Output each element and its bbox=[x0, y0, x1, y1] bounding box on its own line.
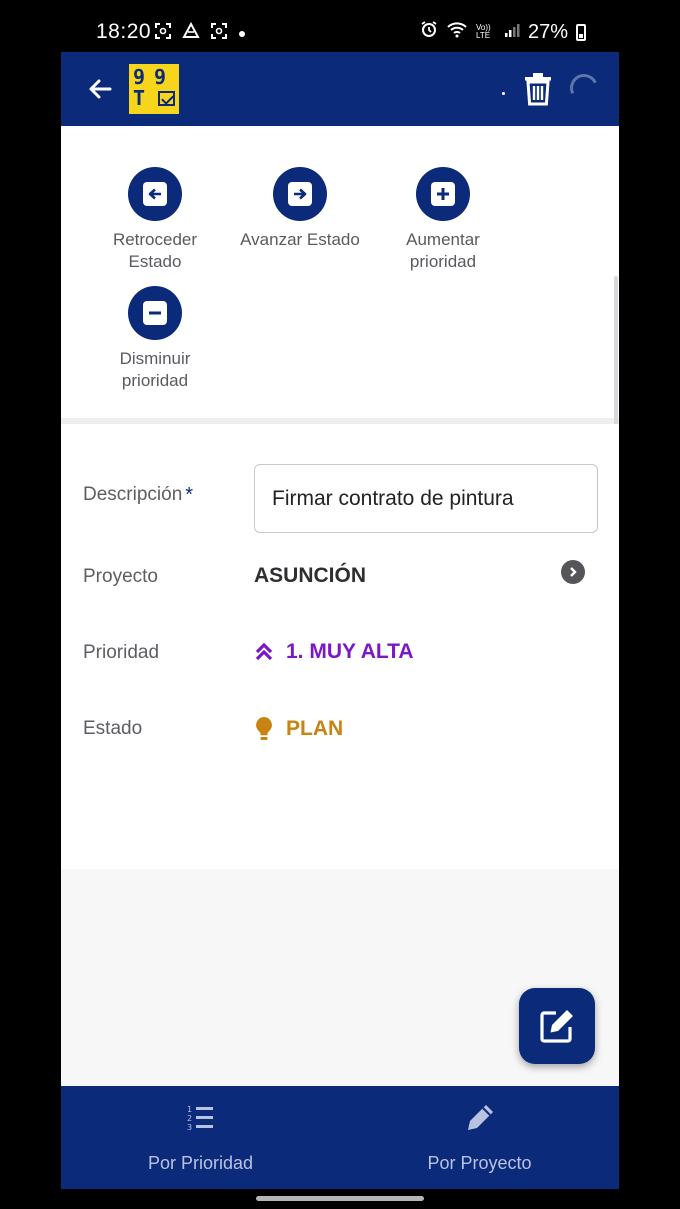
action-label: Disminuir prioridad bbox=[119, 349, 191, 390]
app-screen: 99 T Retroceder Estado Avanzar Estado Au… bbox=[61, 52, 619, 1189]
edit-fab-button[interactable] bbox=[519, 988, 595, 1064]
status-bar: 18:20 Vo)) LTE 27% bbox=[0, 0, 680, 52]
wifi-icon bbox=[446, 20, 468, 44]
pencil-icon bbox=[467, 1105, 493, 1130]
app-bar-dot bbox=[502, 92, 505, 95]
action-label: Avanzar Estado bbox=[240, 230, 360, 249]
double-chevron-up-icon bbox=[255, 642, 273, 661]
actions-panel: Retroceder Estado Avanzar Estado Aumenta… bbox=[61, 126, 619, 418]
svg-text:2: 2 bbox=[187, 1114, 192, 1123]
notification-dot-icon bbox=[238, 25, 246, 43]
prioridad-label: Prioridad bbox=[83, 642, 160, 663]
status-notification-icons bbox=[154, 21, 246, 45]
estado-value[interactable]: PLAN bbox=[254, 716, 343, 742]
arrow-back-icon bbox=[89, 79, 112, 99]
screenshot-icon bbox=[154, 22, 172, 45]
back-button[interactable] bbox=[83, 72, 117, 106]
task-details: Descripción * Firmar contrato de pintura … bbox=[61, 424, 619, 869]
proyecto-open-button[interactable] bbox=[561, 560, 585, 584]
ordered-list-icon: 1 2 3 bbox=[187, 1105, 213, 1132]
required-mark: * bbox=[185, 484, 194, 506]
disminuir-prioridad-button[interactable]: Disminuir prioridad bbox=[90, 286, 220, 392]
prioridad-value[interactable]: 1. MUY ALTA bbox=[254, 640, 414, 664]
battery-icon bbox=[576, 23, 586, 41]
screenshot-icon bbox=[210, 22, 228, 45]
app-bar: 99 T bbox=[61, 52, 619, 126]
nav-label: Por Prioridad bbox=[147, 1153, 254, 1173]
descripcion-input[interactable]: Firmar contrato de pintura bbox=[254, 464, 598, 533]
nav-por-prioridad[interactable]: 1 2 3 Por Prioridad bbox=[61, 1086, 340, 1189]
arrow-left-icon bbox=[143, 182, 167, 206]
minus-icon bbox=[143, 301, 167, 325]
nav-label: Por Proyecto bbox=[427, 1153, 532, 1173]
bottom-navigation: 1 2 3 Por Prioridad Por Proyecto bbox=[61, 1086, 619, 1189]
chevron-right-icon bbox=[570, 567, 577, 577]
app-logo: 99 T bbox=[129, 64, 179, 114]
trash-icon bbox=[525, 73, 551, 106]
signal-icon bbox=[504, 21, 520, 44]
drive-icon bbox=[182, 21, 200, 45]
plus-icon bbox=[431, 182, 455, 206]
logo-top-text: 99 bbox=[133, 65, 176, 89]
volte-icon: Vo)) LTE bbox=[475, 23, 491, 40]
action-label: Retroceder Estado bbox=[112, 230, 198, 271]
checkbox-icon bbox=[158, 91, 175, 106]
aumentar-prioridad-button[interactable]: Aumentar prioridad bbox=[378, 167, 508, 273]
proyecto-value[interactable]: ASUNCIÓN bbox=[254, 564, 366, 588]
delete-button[interactable] bbox=[523, 72, 553, 106]
retroceder-estado-button[interactable]: Retroceder Estado bbox=[90, 167, 220, 273]
status-time: 18:20 bbox=[96, 20, 152, 43]
svg-text:1: 1 bbox=[187, 1105, 192, 1114]
edit-icon bbox=[540, 1010, 573, 1043]
loading-spinner-icon bbox=[566, 70, 602, 106]
nav-por-proyecto[interactable]: Por Proyecto bbox=[340, 1086, 619, 1189]
descripcion-label: Descripción * bbox=[83, 484, 194, 506]
svg-text:3: 3 bbox=[187, 1123, 192, 1132]
arrow-right-icon bbox=[288, 182, 312, 206]
estado-label: Estado bbox=[83, 718, 143, 739]
proyecto-label: Proyecto bbox=[83, 566, 158, 587]
avanzar-estado-button[interactable]: Avanzar Estado bbox=[235, 167, 365, 251]
battery-percent: 27% bbox=[527, 20, 568, 43]
home-indicator[interactable] bbox=[256, 1196, 424, 1201]
alarm-icon bbox=[420, 20, 438, 44]
action-label: Aumentar prioridad bbox=[406, 230, 480, 271]
lightbulb-icon bbox=[256, 717, 272, 740]
status-system-icons: Vo)) LTE 27% bbox=[420, 20, 586, 44]
logo-bottom-text: T bbox=[133, 86, 146, 110]
